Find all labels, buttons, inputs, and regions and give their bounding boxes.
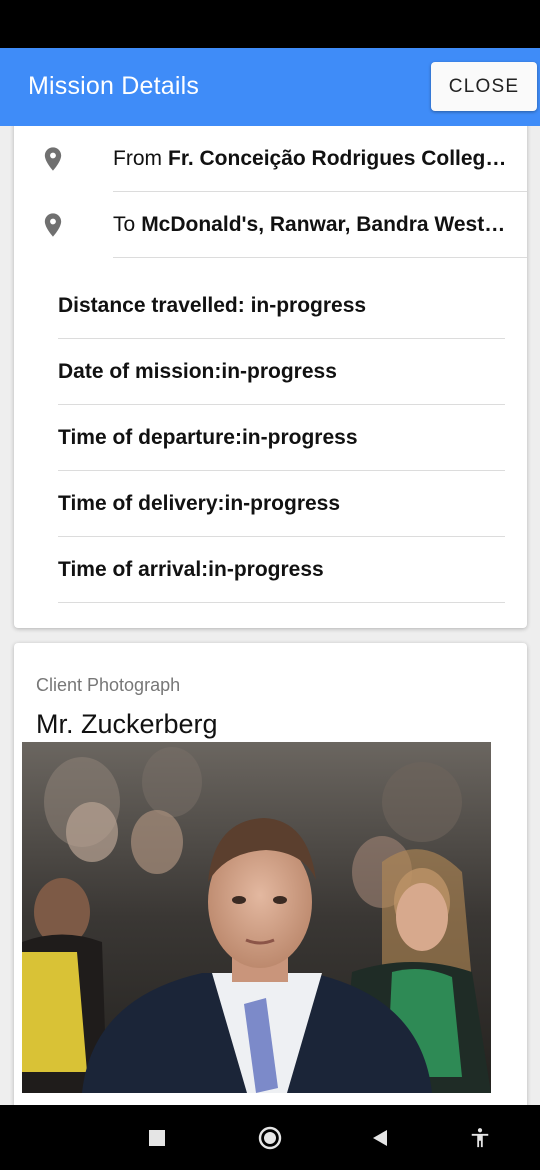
status-bar — [0, 0, 540, 48]
back-triangle-icon[interactable] — [360, 1105, 400, 1170]
mission-details-card: From Fr. Conceição Rodrigues College... … — [14, 126, 527, 628]
accessibility-icon[interactable] — [460, 1105, 500, 1170]
client-photo-caption: Client Photograph — [36, 675, 181, 695]
time-of-arrival-row: Time of arrival:in-progress — [58, 537, 505, 603]
location-pin-icon — [44, 147, 62, 171]
route-to-text: To McDonald's, Ranwar, Bandra West, ... — [113, 192, 508, 258]
route-to-row[interactable]: To McDonald's, Ranwar, Bandra West, ... — [14, 192, 527, 258]
location-pin-icon — [44, 213, 62, 237]
mission-content[interactable]: From Fr. Conceição Rodrigues College... … — [0, 126, 540, 1105]
route-from-text: From Fr. Conceição Rodrigues College... — [113, 126, 508, 192]
route-to-label: To — [113, 213, 136, 236]
route-to-place: McDonald's, Ranwar, Bandra West, ... — [141, 213, 508, 236]
route-from-place: Fr. Conceição Rodrigues College... — [168, 147, 508, 170]
route-from-row[interactable]: From Fr. Conceição Rodrigues College... — [14, 126, 527, 192]
time-of-departure-row: Time of departure:in-progress — [58, 405, 505, 471]
home-circle-icon[interactable] — [250, 1105, 290, 1170]
time-of-delivery-row: Time of delivery:in-progress — [58, 471, 505, 537]
system-nav-bar — [0, 1105, 540, 1170]
page-title: Mission Details — [28, 72, 200, 100]
client-photo — [22, 742, 491, 1093]
app-bar: Mission Details CLOSE — [0, 48, 540, 126]
recents-square-icon[interactable] — [137, 1105, 177, 1170]
distance-travelled-row: Distance travelled: in-progress — [58, 273, 505, 339]
client-name: Mr. Zuckerberg — [36, 709, 218, 739]
close-button[interactable]: CLOSE — [431, 62, 537, 111]
divider — [113, 257, 527, 258]
route-from-label: From — [113, 147, 162, 170]
date-of-mission-row: Date of mission:in-progress — [58, 339, 505, 405]
